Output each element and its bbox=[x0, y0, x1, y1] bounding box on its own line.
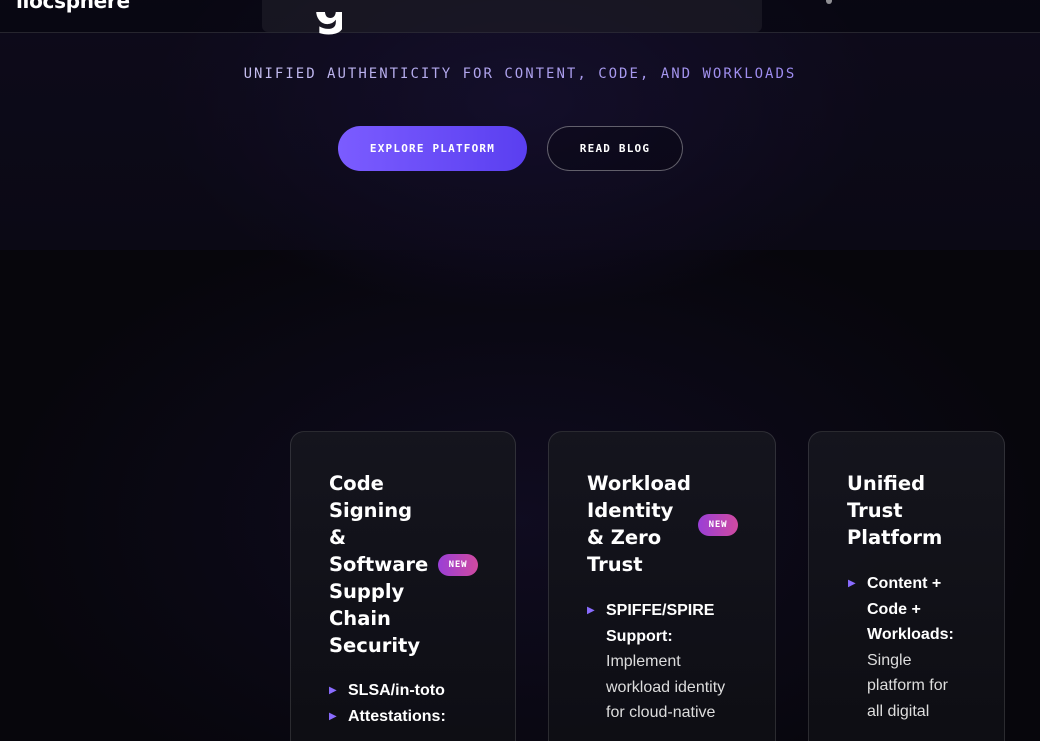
card-title-line: Code bbox=[329, 472, 384, 495]
card-title-line: Security bbox=[329, 634, 421, 657]
card-title-line: Workload bbox=[587, 472, 691, 495]
card-title-line: Identity bbox=[587, 499, 674, 522]
hero-tagline: UNIFIED AUTHENTICITY FOR CONTENT, CODE, … bbox=[0, 66, 1040, 82]
hero-section bbox=[0, 0, 1040, 250]
new-badge: NEW bbox=[698, 514, 738, 536]
card-header: Workload Identity & Zero Trust bbox=[587, 470, 691, 578]
card-title-line: Platform bbox=[847, 526, 943, 549]
card-title-line: & bbox=[329, 526, 347, 549]
card-header: Unified Trust Platform bbox=[847, 470, 942, 551]
feature-card-workload-identity: Workload Identity & Zero Trust NEW ▶ SPIF… bbox=[548, 431, 776, 741]
card-title-line: Chain bbox=[329, 607, 391, 630]
top-navigation-bar: ilocsphere bbox=[0, 0, 1040, 33]
read-blog-button[interactable]: READ BLOG bbox=[547, 126, 683, 171]
card-title: Workload Identity & Zero Trust bbox=[587, 470, 691, 578]
explore-platform-button[interactable]: EXPLORE PLATFORM bbox=[338, 126, 527, 171]
triangle-bullet-icon: ▶ bbox=[329, 710, 337, 722]
triangle-bullet-icon: ▶ bbox=[587, 605, 595, 616]
list-item: ▶ Content + Code + Workloads: Single plat… bbox=[848, 571, 968, 724]
card-title-line: Supply bbox=[329, 580, 405, 603]
list-item: ▶ Attestations: bbox=[329, 704, 509, 730]
new-badge: NEW bbox=[438, 554, 478, 576]
card-title-line: & Zero bbox=[587, 526, 662, 549]
card-header: Code Signing & Software Supply Chain Sec… bbox=[329, 470, 428, 659]
list-item-description: Implement workload identity for cloud-na… bbox=[606, 653, 726, 721]
list-item-title: SLSA/in-toto bbox=[348, 682, 445, 699]
feature-card-code-signing: Code Signing & Software Supply Chain Sec… bbox=[290, 431, 516, 741]
list-item-description: Single platform for all digital bbox=[867, 651, 948, 720]
list-item-title: Content + Code + Workloads: bbox=[867, 575, 954, 643]
card-title-line: Trust bbox=[847, 499, 903, 522]
feature-list: ▶ SPIFFE/SPIRE Support: Implement workloa… bbox=[587, 598, 747, 726]
hero-headline-text: g bbox=[314, 12, 342, 32]
triangle-bullet-icon: ▶ bbox=[848, 578, 856, 589]
hero-headline: g bbox=[314, 12, 342, 40]
feature-list: ▶ Content + Code + Workloads: Single plat… bbox=[848, 571, 968, 724]
card-title-line: Trust bbox=[587, 553, 643, 576]
list-item: ▶ SPIFFE/SPIRE Support: Implement workloa… bbox=[587, 598, 747, 726]
card-title: Code Signing & Software Supply Chain Sec… bbox=[329, 470, 428, 659]
feature-list: ▶ SLSA/in-toto ▶ Attestations: bbox=[329, 678, 509, 729]
feature-card-unified-trust: Unified Trust Platform ▶ Content + Code +… bbox=[808, 431, 1005, 741]
list-item-title: SPIFFE/SPIRE Support: bbox=[606, 602, 715, 645]
card-title-line: Unified bbox=[847, 472, 926, 495]
card-title-line: Software bbox=[329, 553, 429, 576]
list-item-title: Attestations: bbox=[348, 707, 446, 725]
card-title-line: Signing bbox=[329, 499, 413, 522]
card-title: Unified Trust Platform bbox=[847, 470, 942, 551]
brand-logo[interactable]: ilocsphere bbox=[16, 0, 130, 13]
triangle-bullet-icon: ▶ bbox=[329, 685, 337, 696]
nav-chevron-icon[interactable] bbox=[826, 0, 832, 4]
list-item: ▶ SLSA/in-toto bbox=[329, 678, 509, 704]
